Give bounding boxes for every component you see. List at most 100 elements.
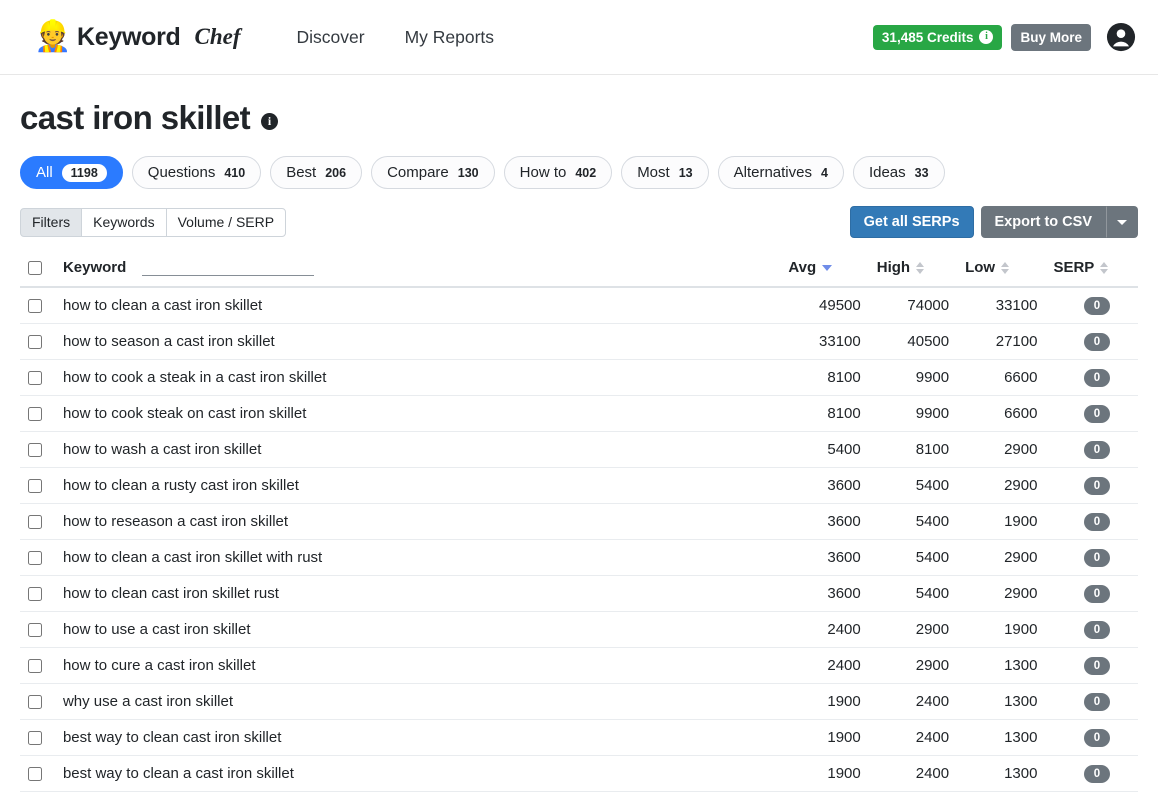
tab-ideas[interactable]: Ideas 33: [853, 156, 945, 189]
row-checkbox[interactable]: [28, 407, 42, 421]
chevron-down-icon: [1117, 220, 1127, 225]
page-body: cast iron skillet i All 1198 Questions 4…: [0, 75, 1158, 798]
table-row[interactable]: how to cook a steak in a cast iron skill…: [20, 360, 1138, 396]
cell-serp: 0: [1045, 360, 1138, 396]
cell-high: 5400: [869, 576, 957, 612]
nav-item-discover[interactable]: Discover: [296, 27, 364, 48]
table-row[interactable]: how to clean a cast iron skillet49500740…: [20, 287, 1138, 324]
cell-keyword: how to wash a cast iron skillet: [55, 432, 780, 468]
cell-keyword: how to cure a cast iron skillet: [55, 648, 780, 684]
table-row[interactable]: how to cure a cast iron skillet240029001…: [20, 648, 1138, 684]
row-select-cell: [20, 540, 55, 576]
column-header-high[interactable]: High: [869, 251, 957, 287]
row-checkbox[interactable]: [28, 731, 42, 745]
table-row[interactable]: how to wash a cast iron skillet540081002…: [20, 432, 1138, 468]
cell-low: 2900: [957, 432, 1045, 468]
tab-all[interactable]: All 1198: [20, 156, 123, 189]
table-row[interactable]: how to season a cast iron skillet3310040…: [20, 324, 1138, 360]
row-checkbox[interactable]: [28, 659, 42, 673]
cell-keyword: how to season a cast iron skillet: [55, 324, 780, 360]
row-checkbox[interactable]: [28, 515, 42, 529]
sort-desc-icon: [822, 265, 832, 271]
column-header-low[interactable]: Low: [957, 251, 1045, 287]
tab-label: Most: [637, 164, 670, 181]
tab-most[interactable]: Most 13: [621, 156, 708, 189]
table-row[interactable]: best way to clean cast iron skillet19002…: [20, 720, 1138, 756]
cell-avg: 3600: [780, 540, 868, 576]
cell-low: 6600: [957, 396, 1045, 432]
cell-high: 2400: [869, 756, 957, 792]
tab-best[interactable]: Best 206: [270, 156, 362, 189]
table-row[interactable]: how to use a cast iron skillet2400290019…: [20, 612, 1138, 648]
tab-how-to[interactable]: How to 402: [504, 156, 613, 189]
serp-badge: 0: [1084, 513, 1110, 531]
toggle-volume-serp[interactable]: Volume / SERP: [166, 208, 287, 237]
buy-more-button[interactable]: Buy More: [1011, 24, 1091, 51]
row-select-cell: [20, 756, 55, 792]
row-checkbox[interactable]: [28, 335, 42, 349]
cell-high: 74000: [869, 287, 957, 324]
user-avatar-icon[interactable]: [1106, 22, 1136, 52]
table-row[interactable]: best way to clean a cast iron skillet190…: [20, 756, 1138, 792]
serp-badge: 0: [1084, 549, 1110, 567]
get-all-serps-button[interactable]: Get all SERPs: [850, 206, 974, 238]
table-row[interactable]: how to clean cast iron skillet rust36005…: [20, 576, 1138, 612]
row-checkbox[interactable]: [28, 299, 42, 313]
info-icon[interactable]: i: [261, 113, 278, 130]
select-all-checkbox[interactable]: [28, 261, 42, 275]
tab-questions[interactable]: Questions 410: [132, 156, 261, 189]
export-dropdown-toggle[interactable]: [1106, 206, 1138, 238]
cell-avg: 2400: [780, 648, 868, 684]
column-header-keyword[interactable]: Keyword: [55, 251, 780, 287]
cell-high: 5400: [869, 504, 957, 540]
table-row[interactable]: how to clean a cast iron skillet with ru…: [20, 540, 1138, 576]
cell-high: 9900: [869, 360, 957, 396]
info-icon[interactable]: i: [979, 30, 993, 44]
table-header: Keyword Avg High: [20, 251, 1138, 287]
row-checkbox[interactable]: [28, 623, 42, 637]
keyword-search-input[interactable]: [142, 257, 314, 276]
table-row[interactable]: how to clean a rusty cast iron skillet36…: [20, 468, 1138, 504]
tab-label: Ideas: [869, 164, 906, 181]
tab-compare[interactable]: Compare 130: [371, 156, 495, 189]
cell-keyword: how to reseason a cast iron skillet: [55, 504, 780, 540]
cell-keyword: how to use a cast iron skillet: [55, 612, 780, 648]
serp-badge: 0: [1084, 729, 1110, 747]
credits-badge[interactable]: 31,485 Credits i: [873, 25, 1003, 50]
table-row[interactable]: why use a cast iron skillet1900240013000: [20, 684, 1138, 720]
tab-alternatives[interactable]: Alternatives 4: [718, 156, 844, 189]
row-select-cell: [20, 684, 55, 720]
row-checkbox[interactable]: [28, 479, 42, 493]
cell-serp: 0: [1045, 792, 1138, 798]
row-checkbox[interactable]: [28, 443, 42, 457]
toggle-filters[interactable]: Filters: [20, 208, 82, 237]
top-navbar: 👷 Keyword Chef Discover My Reports 31,48…: [0, 0, 1158, 75]
cell-serp: 0: [1045, 540, 1138, 576]
tab-count: 130: [458, 166, 479, 180]
row-checkbox[interactable]: [28, 587, 42, 601]
nav-item-my-reports[interactable]: My Reports: [405, 27, 494, 48]
serp-badge: 0: [1084, 441, 1110, 459]
row-checkbox[interactable]: [28, 767, 42, 781]
cell-keyword: best way to clean cast iron skillet: [55, 720, 780, 756]
row-select-cell: [20, 324, 55, 360]
column-header-avg[interactable]: Avg: [780, 251, 868, 287]
export-to-csv-button[interactable]: Export to CSV: [981, 206, 1106, 238]
cell-high: 5400: [869, 468, 957, 504]
toggle-keywords[interactable]: Keywords: [81, 208, 166, 237]
table-row[interactable]: how to care for a cast iron skillet19002…: [20, 792, 1138, 798]
table-row[interactable]: how to reseason a cast iron skillet36005…: [20, 504, 1138, 540]
tab-count: 33: [915, 166, 929, 180]
table-row[interactable]: how to cook steak on cast iron skillet81…: [20, 396, 1138, 432]
brand-logo[interactable]: 👷 Keyword Chef: [34, 22, 240, 52]
view-toggle-group: Filters Keywords Volume / SERP: [20, 208, 286, 237]
cell-serp: 0: [1045, 612, 1138, 648]
row-checkbox[interactable]: [28, 551, 42, 565]
row-checkbox[interactable]: [28, 371, 42, 385]
cell-high: 5400: [869, 540, 957, 576]
row-checkbox[interactable]: [28, 695, 42, 709]
navbar-right: 31,485 Credits i Buy More: [873, 22, 1136, 52]
cell-low: 1300: [957, 756, 1045, 792]
column-header-serp[interactable]: SERP: [1045, 251, 1138, 287]
tab-label: How to: [520, 164, 567, 181]
